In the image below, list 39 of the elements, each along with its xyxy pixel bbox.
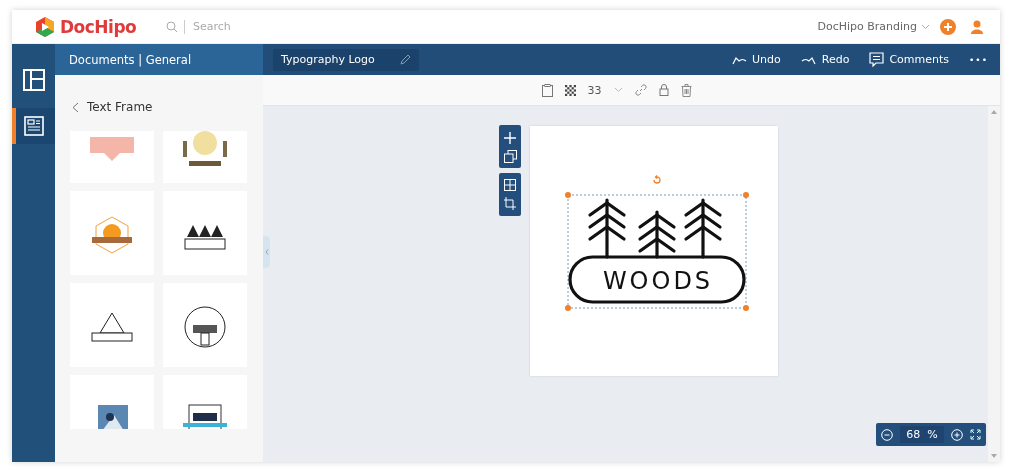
text-block-icon: [23, 116, 44, 136]
grid-icon[interactable]: [504, 179, 516, 191]
clipboard-icon[interactable]: [541, 83, 553, 97]
link-icon[interactable]: [634, 84, 647, 96]
lock-icon[interactable]: [658, 84, 669, 96]
add-icon[interactable]: [940, 18, 956, 35]
selection-frame[interactable]: [565, 192, 749, 311]
zoom-value[interactable]: 68 %: [900, 426, 944, 443]
add-icon[interactable]: [503, 130, 517, 145]
search-icon: [166, 20, 178, 33]
layout-icon: [22, 69, 45, 91]
rotate-icon[interactable]: [650, 173, 664, 187]
comments-button[interactable]: Comments: [869, 52, 950, 67]
transparency-icon[interactable]: [564, 84, 576, 96]
collapse-handle[interactable]: [263, 236, 270, 268]
panel-title: Text Frame: [87, 100, 153, 114]
logo-icon: [34, 15, 56, 38]
caret-icon: [921, 23, 930, 30]
trash-icon[interactable]: [680, 83, 692, 97]
document-title-field[interactable]: Typography Logo: [273, 48, 419, 71]
comment-icon: [869, 52, 885, 67]
user-icon[interactable]: [970, 19, 984, 34]
brand-name[interactable]: DocHipo: [60, 16, 137, 37]
transparency-value[interactable]: 33: [587, 83, 602, 97]
crop-icon[interactable]: [504, 197, 516, 210]
workspace-dropdown[interactable]: DocHipo Branding: [817, 20, 930, 33]
text-panel-tab[interactable]: [12, 108, 55, 144]
logo-text[interactable]: WOODS: [602, 267, 714, 295]
back-icon[interactable]: [72, 101, 79, 113]
breadcrumb: Documents | General: [69, 52, 192, 67]
undo-button[interactable]: Undo: [731, 53, 781, 66]
fullscreen-icon[interactable]: [969, 429, 981, 440]
label-badge[interactable]: [568, 255, 746, 304]
duplicate-icon[interactable]: [503, 149, 517, 163]
zoom-in-icon[interactable]: [950, 428, 963, 441]
redo-button[interactable]: Redo: [800, 53, 850, 66]
more-button[interactable]: •••: [969, 54, 988, 65]
pencil-icon[interactable]: [400, 54, 411, 65]
zoom-out-icon[interactable]: [881, 428, 894, 441]
